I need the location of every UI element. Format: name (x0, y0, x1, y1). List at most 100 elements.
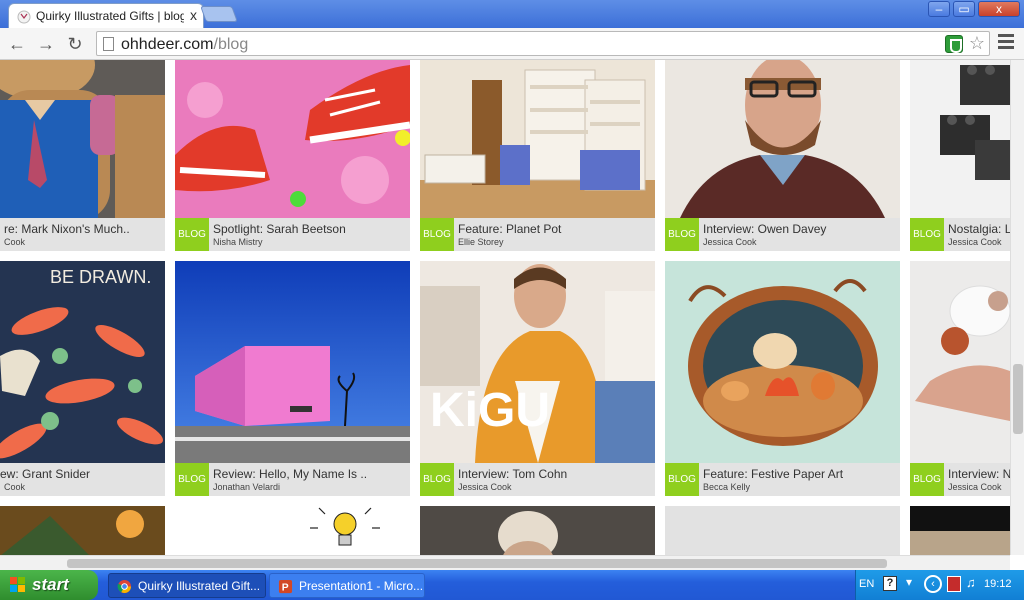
post-meta: BLOG Review: Hello, My Name Is .. Jonath… (175, 463, 410, 496)
windows-taskbar: start Quirky Illustrated Gift... P Prese… (0, 570, 1024, 600)
post-image (665, 261, 900, 463)
post-image (665, 60, 900, 218)
tab-title: Quirky Illustrated Gifts | blog (36, 9, 184, 23)
url-text: ohhdeer.com/blog (121, 36, 248, 54)
post-title[interactable]: Spotlight: Sarah Beetson (213, 222, 346, 236)
taskbar-item-label: Quirky Illustrated Gift... (138, 579, 261, 593)
help-icon[interactable]: ? (883, 576, 897, 591)
post-title[interactable]: Interview: Tom Cohn (458, 467, 567, 481)
pottery-shop-image (420, 60, 655, 218)
back-arrow-icon[interactable]: ‹ (924, 575, 942, 593)
maximize-button[interactable]: ▭ (953, 1, 975, 17)
post-image (910, 261, 1010, 463)
post-author[interactable]: Jessica Cook (458, 482, 512, 492)
bookmark-star-icon[interactable]: ☆ (969, 33, 985, 54)
post-title[interactable]: Nostalgia: L (948, 222, 1010, 236)
antivirus-icon[interactable] (947, 576, 961, 592)
forward-icon[interactable]: → (35, 34, 57, 54)
post-image (420, 506, 655, 555)
volume-icon[interactable]: ♫ (966, 575, 976, 590)
blog-badge[interactable]: BLOG (420, 218, 454, 251)
paper-art-image (665, 261, 900, 463)
site-favicon-icon (17, 10, 31, 24)
blog-grid: re: Mark Nixon's Much.. Cook BLOG Spotli… (0, 60, 1010, 555)
post-title[interactable]: ew: Grant Snider (0, 467, 90, 481)
post-image (175, 261, 410, 463)
post-title[interactable]: Interview: N (948, 467, 1010, 481)
post-meta: BLOG Nostalgia: L Jessica Cook (910, 218, 1010, 251)
start-label: start (32, 575, 69, 594)
new-tab-button[interactable] (200, 6, 238, 22)
post-author[interactable]: Ellie Storey (458, 237, 504, 247)
post-title[interactable]: Feature: Planet Pot (458, 222, 561, 236)
portrait-photo-image (665, 60, 900, 218)
blog-badge[interactable]: BLOG (175, 463, 209, 496)
language-indicator[interactable]: EN (859, 578, 874, 590)
post-image (175, 506, 410, 555)
post-author[interactable]: Nisha Mistry (213, 237, 263, 247)
post-author[interactable]: Cook (4, 482, 25, 492)
blog-badge[interactable]: BLOG (665, 463, 699, 496)
post-title[interactable]: re: Mark Nixon's Much.. (4, 222, 130, 236)
teddy-bear-image (0, 60, 165, 218)
post-meta: BLOG Feature: Planet Pot Ellie Storey (420, 218, 655, 251)
taskbar-item-label: Presentation1 - Micro... (299, 579, 424, 593)
post-author[interactable]: Cook (4, 237, 25, 247)
pink-building-image (175, 261, 410, 463)
taskbar-item-powerpoint[interactable]: P Presentation1 - Micro... (269, 573, 425, 598)
url-path: /blog (213, 36, 249, 53)
post-meta: BLOG Spotlight: Sarah Beetson Nisha Mist… (175, 218, 410, 251)
blog-badge[interactable]: BLOG (665, 218, 699, 251)
clock[interactable]: 19:12 (984, 578, 1012, 590)
blog-badge[interactable]: BLOG (175, 218, 209, 251)
horizontal-scrollbar[interactable] (0, 555, 1010, 570)
post-image: BE DRAWN. (0, 261, 165, 463)
blog-badge[interactable]: BLOG (420, 463, 454, 496)
post-title[interactable]: Review: Hello, My Name Is .. (213, 467, 367, 481)
post-author[interactable]: Jessica Cook (948, 237, 1002, 247)
chrome-menu-icon[interactable] (998, 34, 1014, 52)
post-image-placeholder (665, 506, 900, 555)
blog-badge[interactable]: BLOG (910, 463, 944, 496)
reload-icon[interactable]: ↻ (64, 34, 86, 54)
blog-badge[interactable]: BLOG (910, 218, 944, 251)
start-button[interactable]: start (0, 570, 98, 600)
bedroom-illustration-image (910, 261, 1010, 463)
back-icon[interactable]: ← (6, 34, 28, 54)
shield-extension-icon[interactable] (945, 35, 963, 53)
browser-titlebar: Quirky Illustrated Gifts | blog x – ▭ x (0, 0, 1024, 28)
vertical-scroll-thumb[interactable] (1013, 364, 1023, 434)
address-bar[interactable]: ohhdeer.com/blog ☆ (96, 31, 990, 56)
post-image (910, 506, 1010, 555)
svg-text:P: P (282, 582, 289, 593)
post-title[interactable]: Interview: Owen Davey (703, 222, 826, 236)
windows-flag-icon (10, 577, 26, 593)
be-drawn-text: BE DRAWN. (50, 267, 151, 287)
post-image: KiGU (420, 261, 655, 463)
post-author[interactable]: Jonathan Velardi (213, 482, 280, 492)
kigu-logo-text: KiGU (430, 384, 550, 437)
lego-bricks-image (910, 60, 1010, 218)
post-author[interactable]: Becca Kelly (703, 482, 750, 492)
kigu-costume-image: KiGU (420, 261, 655, 463)
post-meta: ew: Grant Snider Cook (0, 463, 165, 496)
chrome-icon (117, 579, 132, 594)
browser-tab[interactable]: Quirky Illustrated Gifts | blog x (8, 3, 204, 28)
horizontal-scroll-thumb[interactable] (67, 559, 887, 568)
post-author[interactable]: Jessica Cook (948, 482, 1002, 492)
lightbulb-icon (310, 507, 380, 546)
powerpoint-icon: P (278, 579, 293, 593)
minimize-button[interactable]: – (928, 1, 950, 17)
post-title[interactable]: Feature: Festive Paper Art (703, 467, 843, 481)
close-window-button[interactable]: x (978, 1, 1020, 17)
tab-close-icon[interactable]: x (190, 7, 197, 23)
taskbar-item-chrome[interactable]: Quirky Illustrated Gift... (108, 573, 266, 598)
post-author[interactable]: Jessica Cook (703, 237, 757, 247)
post-meta: BLOG Interview: N Jessica Cook (910, 463, 1010, 496)
forest-illustration-image (0, 506, 165, 555)
sneakers-illustration-image (175, 60, 410, 218)
post-meta: re: Mark Nixon's Much.. Cook (0, 218, 165, 251)
url-host: ohhdeer.com (121, 36, 214, 53)
vertical-scrollbar[interactable] (1010, 60, 1024, 555)
network-icon[interactable]: ▾ (906, 575, 912, 589)
